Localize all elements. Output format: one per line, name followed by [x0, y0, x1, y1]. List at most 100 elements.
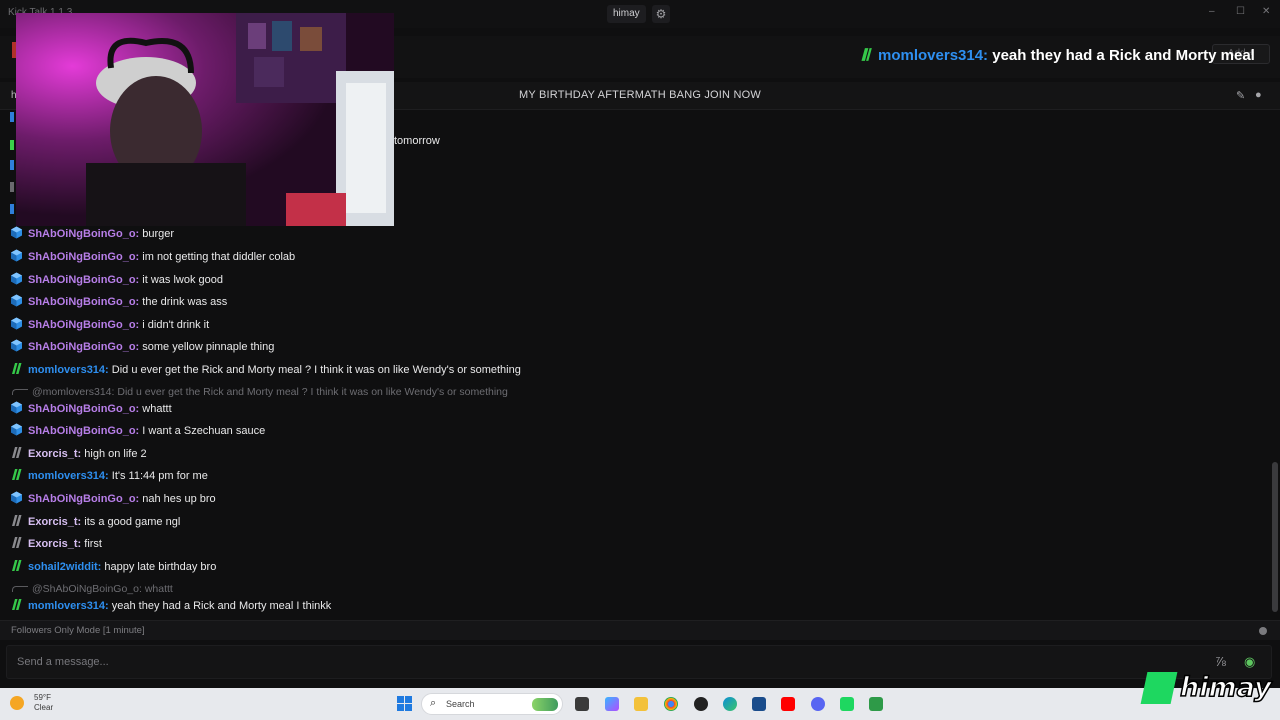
chat-message[interactable]: ShAbOiNgBoinGo_o: the drink was ass [10, 293, 227, 311]
user-icon[interactable]: ● [1255, 89, 1262, 101]
subscriber-badge-icon [10, 226, 23, 239]
chat-text: I want a Szechuan sauce [139, 425, 266, 437]
copilot-icon[interactable] [605, 697, 619, 711]
gray-badge-icon [10, 514, 23, 527]
reply-arrow-icon [12, 389, 28, 395]
chat-username[interactable]: momlovers314: [28, 364, 109, 376]
chat-message[interactable]: momlovers314: Did u ever get the Rick an… [10, 361, 521, 379]
reply-reference[interactable]: @momlovers314: Did u ever get the Rick a… [12, 385, 508, 399]
chat-username[interactable]: ShAbOiNgBoinGo_o: [28, 319, 139, 331]
gray-badge-icon [10, 446, 23, 459]
store-icon[interactable] [752, 697, 766, 711]
himay-logo: himay [1140, 670, 1278, 712]
chat-message[interactable]: momlovers314: It's 11:44 pm for me [10, 467, 208, 485]
maximize-button[interactable]: ☐ [1236, 6, 1245, 17]
chat-username[interactable]: ShAbOiNgBoinGo_o: [28, 403, 139, 415]
close-button[interactable]: ✕ [1262, 6, 1270, 17]
chat-scrollbar[interactable] [1272, 462, 1278, 612]
subscriber-badge-icon [10, 491, 23, 504]
chat-message[interactable]: ShAbOiNgBoinGo_o: i didn't drink it [10, 316, 209, 334]
chat-text: burger [139, 228, 175, 240]
task-view-icon[interactable] [575, 697, 589, 711]
chat-username[interactable]: ShAbOiNgBoinGo_o: [28, 274, 139, 286]
info-icon[interactable] [1259, 627, 1267, 635]
subscriber-badge-icon [10, 339, 23, 352]
discord-icon[interactable] [811, 697, 825, 711]
message-input[interactable] [6, 645, 1272, 679]
chat-text: some yellow pinnaple thing [139, 341, 275, 353]
chat-username[interactable]: ShAbOiNgBoinGo_o: [28, 425, 139, 437]
chat-text: yeah they had a Rick and Morty meal I th… [108, 600, 332, 612]
minimize-button[interactable]: – [1209, 6, 1215, 17]
chat-message[interactable]: sohail2widdit: happy late birthday bro [10, 558, 216, 576]
kick-logo-mark [1140, 672, 1178, 704]
search-highlight-icon [532, 698, 558, 711]
weather-condition: Clear [34, 703, 54, 712]
subscriber-badge-icon [10, 294, 23, 307]
reply-username: @ShAbOiNgBoinGo_o: [32, 583, 145, 595]
kick-badge-icon [10, 468, 23, 481]
sun-icon [10, 696, 24, 710]
chat-message[interactable]: Exorcis_t: first [10, 535, 102, 553]
chat-message[interactable]: ShAbOiNgBoinGo_o: burger [10, 225, 174, 243]
chat-username[interactable]: momlovers314: [28, 600, 109, 612]
subscriber-badge-icon [10, 401, 23, 414]
chat-message[interactable]: ShAbOiNgBoinGo_o: I want a Szechuan sauc… [10, 422, 265, 440]
chat-message[interactable]: momlovers314: yeah they had a Rick and M… [10, 597, 331, 615]
channel-tab[interactable]: himay [607, 5, 646, 23]
chat-username[interactable]: ShAbOiNgBoinGo_o: [28, 341, 139, 353]
subscriber-badge-icon [10, 423, 23, 436]
chat-username[interactable]: ShAbOiNgBoinGo_o: [28, 228, 139, 240]
kick-icon[interactable] [840, 697, 854, 711]
chat-username[interactable]: Exorcis_t: [28, 516, 81, 528]
xbox-icon[interactable] [869, 697, 883, 711]
gear-icon[interactable]: ⚙ [652, 5, 670, 23]
emote-icon[interactable]: ⅞ [1215, 654, 1226, 669]
chat-text: happy late birthday bro [101, 561, 217, 573]
chat-text: high on life 2 [81, 448, 147, 460]
chat-username[interactable]: momlovers314: [28, 470, 109, 482]
banner-message: momlovers314: yeah they had a Rick and M… [858, 47, 1255, 64]
search-label: Search [446, 699, 475, 709]
chat-message[interactable]: ShAbOiNgBoinGo_o: im not getting that di… [10, 248, 295, 266]
chat-message[interactable]: Exorcis_t: its a good game ngl [10, 513, 180, 531]
chat-username[interactable]: ShAbOiNgBoinGo_o: [28, 493, 139, 505]
windows-taskbar: 59°F Clear ⌕ Search [0, 688, 1280, 720]
chat-text: Did u ever get the Rick and Morty meal ?… [108, 364, 521, 376]
kick-badge-icon [10, 559, 23, 572]
chat-username[interactable]: sohail2widdit: [28, 561, 101, 573]
chat-username[interactable]: Exorcis_t: [28, 448, 81, 460]
obs-icon[interactable] [694, 697, 708, 711]
logo-text: himay [1179, 671, 1272, 704]
chat-username[interactable]: Exorcis_t: [28, 538, 81, 550]
chat-message[interactable]: ShAbOiNgBoinGo_o: nah hes up bro [10, 490, 216, 508]
globe-icon[interactable]: ◉ [1244, 654, 1255, 670]
edge-icon[interactable] [723, 697, 737, 711]
chat-message[interactable]: ShAbOiNgBoinGo_o: it was lwok good [10, 271, 223, 289]
followers-mode-label: Followers Only Mode [1 minute] [11, 625, 145, 636]
chat-message[interactable]: ShAbOiNgBoinGo_o: some yellow pinnaple t… [10, 338, 274, 356]
chat-text: i didn't drink it [139, 319, 210, 331]
pin-icon[interactable]: ✎ [1236, 89, 1245, 102]
reply-reference[interactable]: @ShAbOiNgBoinGo_o: whattt [12, 582, 173, 596]
windows-start-icon[interactable] [397, 696, 412, 711]
chat-text: It's 11:44 pm for me [108, 470, 208, 482]
banner-username[interactable]: momlovers314: [878, 47, 988, 64]
kick-badge-icon [858, 47, 873, 62]
partial-message-text: tomorrow [394, 135, 440, 147]
badge-edge [10, 204, 14, 214]
banner-text: yeah they had a Rick and Morty meal [992, 47, 1255, 64]
youtube-icon[interactable] [781, 697, 795, 711]
chat-username[interactable]: ShAbOiNgBoinGo_o: [28, 296, 139, 308]
gray-badge-icon [10, 536, 23, 549]
chat-message[interactable]: ShAbOiNgBoinGo_o: whattt [10, 400, 172, 418]
taskbar-search[interactable]: ⌕ Search [421, 693, 563, 715]
weather-temp: 59°F [34, 693, 51, 702]
reply-text: Did u ever get the Rick and Morty meal ?… [117, 386, 508, 398]
chat-text: nah hes up bro [139, 493, 216, 505]
file-explorer-icon[interactable] [634, 697, 648, 711]
chat-message[interactable]: Exorcis_t: high on life 2 [10, 445, 147, 463]
chat-username[interactable]: ShAbOiNgBoinGo_o: [28, 251, 139, 263]
subscriber-badge-icon [10, 249, 23, 262]
chrome-icon[interactable] [664, 697, 678, 711]
